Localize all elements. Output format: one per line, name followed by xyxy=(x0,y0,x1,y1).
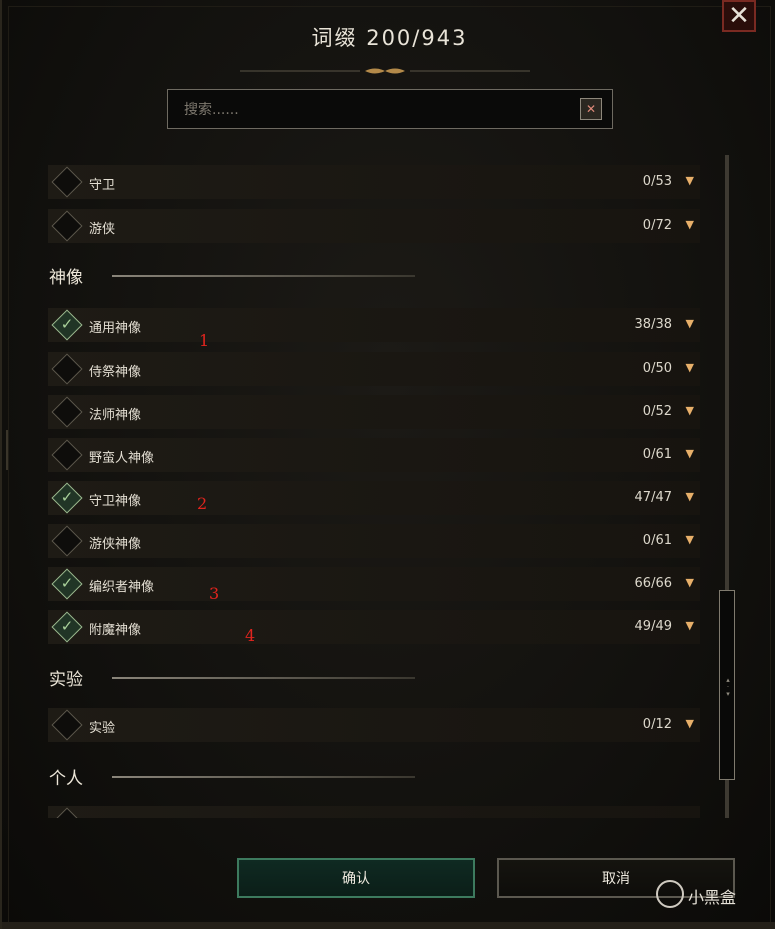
chevron-down-icon[interactable]: ▼ xyxy=(686,490,694,503)
scrollbar-thumb[interactable]: ▴ · ▾ xyxy=(719,590,735,780)
item-label: 附魔神像 xyxy=(89,623,142,638)
checkbox-diamond[interactable] xyxy=(51,210,83,242)
item-label: 野蛮人神像 xyxy=(89,451,155,466)
section-divider xyxy=(112,776,415,778)
item-label: 通用神像 xyxy=(89,321,142,336)
annotation-mark: 2 xyxy=(197,494,208,513)
chevron-down-icon[interactable]: ▼ xyxy=(686,218,694,231)
checkbox-diamond[interactable] xyxy=(51,807,83,818)
close-icon: ✕ xyxy=(728,1,750,31)
chevron-down-icon[interactable]: ▼ xyxy=(686,317,694,330)
list-item[interactable]: ✓ 守卫神像 47/47 ▼ xyxy=(48,481,700,515)
scroll-grip-icon: ▴ · ▾ xyxy=(726,676,730,698)
item-label: 游侠神像 xyxy=(89,537,142,552)
checkmark-icon: ✓ xyxy=(60,315,74,333)
confirm-button[interactable]: 确认 xyxy=(237,858,475,898)
section-title: 实验 xyxy=(49,670,83,690)
dialog-title: 词缀 200/943 xyxy=(311,26,468,50)
clear-icon: ✕ xyxy=(585,102,597,116)
list-item[interactable]: 游侠 0/72 ▼ xyxy=(48,209,700,243)
list-item[interactable]: ✓ 附魔神像 49/49 ▼ xyxy=(48,610,700,644)
item-label: 实验 xyxy=(89,721,116,736)
item-label: 游侠 xyxy=(89,222,116,237)
chevron-down-icon[interactable]: ▼ xyxy=(686,576,694,589)
checkbox-diamond[interactable] xyxy=(51,525,83,557)
item-count: 0/72 xyxy=(642,218,672,233)
checkbox-diamond[interactable] xyxy=(51,709,83,741)
checkbox-diamond[interactable] xyxy=(51,396,83,428)
item-label: 守卫 xyxy=(89,178,116,193)
list-item[interactable]: 法师神像 0/52 ▼ xyxy=(48,395,700,429)
checkmark-icon: ✓ xyxy=(60,488,74,506)
item-count: 49/49 xyxy=(634,619,672,634)
chevron-down-icon[interactable]: ▼ xyxy=(686,533,694,546)
list-item[interactable]: ✓ 通用神像 38/38 ▼ xyxy=(48,308,700,342)
section-title: 个人 xyxy=(49,769,83,789)
checkbox-diamond[interactable] xyxy=(51,353,83,385)
chevron-down-icon[interactable]: ▼ xyxy=(686,404,694,417)
search-input[interactable] xyxy=(182,98,566,122)
annotation-mark: 3 xyxy=(209,584,220,603)
list-item[interactable]: ✓ 编织者神像 66/66 ▼ xyxy=(48,567,700,601)
section-title: 神像 xyxy=(49,268,83,288)
item-count: 0/53 xyxy=(642,174,672,189)
annotation-mark: 4 xyxy=(245,626,256,645)
bottom-edge xyxy=(2,922,775,929)
chevron-down-icon[interactable]: ▼ xyxy=(686,717,694,730)
chevron-down-icon[interactable]: ▼ xyxy=(686,174,694,187)
list-item-partial[interactable] xyxy=(48,806,700,818)
search-box: ✕ xyxy=(167,89,613,129)
item-label: 编织者神像 xyxy=(89,580,155,595)
checkbox-diamond[interactable] xyxy=(51,166,83,198)
item-count: 0/50 xyxy=(642,361,672,376)
item-label: 守卫神像 xyxy=(89,494,142,509)
item-count: 47/47 xyxy=(634,490,672,505)
watermark-text: 小黑盒 xyxy=(688,888,737,907)
chevron-down-icon[interactable]: ▼ xyxy=(686,619,694,632)
list-item[interactable]: 实验 0/12 ▼ xyxy=(48,708,700,742)
annotation-mark: 1 xyxy=(199,331,210,350)
list-item[interactable]: 侍祭神像 0/50 ▼ xyxy=(48,352,700,386)
item-count: 0/61 xyxy=(642,533,672,548)
item-count: 66/66 xyxy=(634,576,672,591)
chevron-down-icon[interactable]: ▼ xyxy=(686,447,694,460)
item-count: 0/12 xyxy=(642,717,672,732)
list-item[interactable]: 野蛮人神像 0/61 ▼ xyxy=(48,438,700,472)
item-label: 侍祭神像 xyxy=(89,365,142,380)
item-count: 0/52 xyxy=(642,404,672,419)
title-ornament xyxy=(240,68,530,74)
list-item[interactable]: 游侠神像 0/61 ▼ xyxy=(48,524,700,558)
list-item[interactable]: 守卫 0/53 ▼ xyxy=(48,165,700,199)
checkmark-icon: ✓ xyxy=(60,574,74,592)
item-count: 38/38 xyxy=(634,317,672,332)
item-count: 0/61 xyxy=(642,447,672,462)
clear-search-button[interactable]: ✕ xyxy=(580,98,602,120)
affix-category-list: 守卫 0/53 ▼ 游侠 0/72 ▼ 神像 ✓ 通用神像 38/38 ▼ 侍祭… xyxy=(2,150,702,818)
watermark-logo-icon xyxy=(656,880,684,908)
section-divider xyxy=(112,275,415,277)
item-label: 法师神像 xyxy=(89,408,142,423)
checkmark-icon: ✓ xyxy=(60,617,74,635)
checkbox-diamond[interactable] xyxy=(51,439,83,471)
chevron-down-icon[interactable]: ▼ xyxy=(686,361,694,374)
section-divider xyxy=(112,677,415,679)
affix-filter-dialog: 词缀 200/943 ✕ ✕ 守卫 0/53 ▼ 游侠 0/72 ▼ 神像 xyxy=(0,0,775,929)
close-button[interactable]: ✕ xyxy=(722,0,756,32)
